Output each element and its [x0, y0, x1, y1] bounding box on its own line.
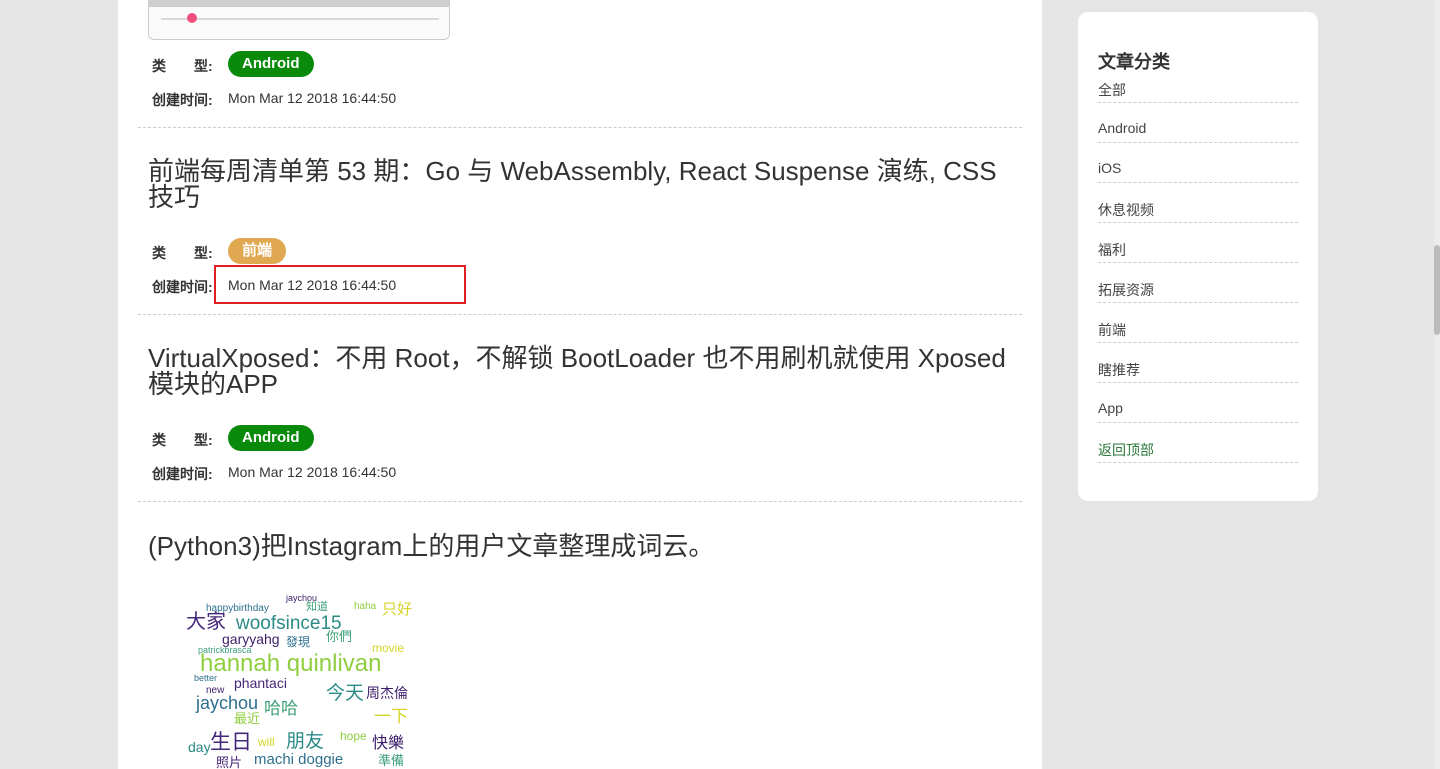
wordcloud-word: hannah quinlivan — [200, 650, 382, 677]
post-divider — [138, 501, 1022, 502]
category-sidebar: 文章分类 全部 Android iOS 休息视频 福利 拓展资源 前端 瞎推荐 … — [1078, 12, 1318, 501]
wordcloud-word: haha — [354, 601, 377, 612]
wordcloud-word: 準備 — [378, 753, 405, 768]
created-time: Mon Mar 12 2018 16:44:50 — [228, 90, 397, 106]
post-image-partial — [148, 0, 450, 40]
post-title[interactable]: VirtualXposed：不用 Root，不解锁 BootLoader 也不用… — [148, 345, 1018, 397]
wordcloud-word: 你們 — [326, 629, 353, 644]
post-title[interactable]: (Python3)把Instagram上的用户文章整理成词云。 — [148, 533, 1018, 559]
scrollbar-thumb[interactable] — [1434, 245, 1440, 335]
wordcloud-word: 一下 — [374, 707, 408, 726]
category-item-welfare[interactable]: 福利 — [1098, 240, 1298, 263]
back-to-top-link[interactable]: 返回顶部 — [1098, 440, 1298, 463]
wordcloud-word: will — [258, 735, 275, 749]
post-title[interactable]: 前端每周清单第 53 期：Go 与 WebAssembly, React Sus… — [148, 158, 1018, 210]
type-label: 类 型: — [152, 58, 213, 74]
type-label: 类 型: — [152, 245, 213, 261]
tag-android[interactable]: Android — [228, 51, 314, 77]
wordcloud-word: movie — [372, 641, 405, 655]
wordcloud-word: new — [206, 685, 225, 696]
post-divider — [138, 314, 1022, 315]
category-item-android[interactable]: Android — [1098, 120, 1298, 143]
wordcloud-word: 朋友 — [286, 731, 325, 752]
category-item-app[interactable]: App — [1098, 400, 1298, 423]
wordcloud-word: 照片 — [216, 755, 243, 769]
type-label: 类 型: — [152, 432, 213, 448]
wordcloud-word: hope — [340, 729, 367, 743]
post-type-row: 类 型: — [152, 56, 228, 76]
post-time-row: 创建时间: — [152, 464, 228, 484]
page-scrollbar[interactable] — [1434, 0, 1440, 769]
wordcloud-word: jaychou — [196, 693, 259, 713]
article-list: 类 型: Android 创建时间: Mon Mar 12 2018 16:44… — [118, 0, 1042, 769]
wordcloud-word: 大家 — [186, 611, 226, 633]
category-item-videos[interactable]: 休息视频 — [1098, 200, 1298, 223]
image-header-bar — [149, 0, 449, 7]
category-item-frontend[interactable]: 前端 — [1098, 320, 1298, 343]
slider-track — [161, 18, 439, 20]
category-item-ios[interactable]: iOS — [1098, 160, 1298, 183]
wordcloud-word: garyyahg — [222, 631, 280, 647]
wordcloud-word: 今天 — [326, 683, 365, 704]
time-label: 创建时间: — [152, 466, 213, 482]
post-divider — [138, 127, 1022, 128]
wordcloud-word: 知道 — [306, 601, 328, 613]
created-time: Mon Mar 12 2018 16:44:50 — [228, 464, 397, 480]
wordcloud-word: 哈哈 — [264, 699, 298, 718]
category-item-resources[interactable]: 拓展资源 — [1098, 280, 1298, 303]
category-item-recommend[interactable]: 瞎推荐 — [1098, 360, 1298, 383]
wordcloud-word: 只好 — [382, 601, 413, 618]
wordcloud-word: 快樂 — [372, 735, 405, 752]
post-time-row: 创建时间: — [152, 90, 228, 110]
wordcloud-word: better — [194, 673, 218, 683]
wordcloud-word: phantaci — [234, 675, 287, 691]
wordcloud-word: 周杰倫 — [366, 685, 408, 701]
post-type-row: 类 型: — [152, 430, 228, 450]
wordcloud-word: 最近 — [234, 711, 261, 726]
sidebar-heading: 文章分类 — [1098, 52, 1170, 72]
wordcloud-word: machi doggie — [254, 751, 344, 768]
tag-frontend[interactable]: 前端 — [228, 238, 287, 264]
category-item-all[interactable]: 全部 — [1098, 80, 1298, 103]
wordcloud-word: day — [188, 739, 211, 755]
post-type-row: 类 型: — [152, 243, 228, 263]
slider-knob — [187, 13, 197, 23]
tag-android[interactable]: Android — [228, 425, 314, 451]
time-label: 创建时间: — [152, 92, 213, 108]
wordcloud-word: patrickbrasca — [198, 645, 252, 655]
wordcloud-image: jaychou happybirthday 知道 haha 只好 大家 woofsince1… — [186, 590, 418, 769]
wordcloud-word: 生日 — [210, 731, 252, 754]
wordcloud-word: 發現 — [286, 635, 311, 649]
highlight-box — [214, 265, 466, 304]
